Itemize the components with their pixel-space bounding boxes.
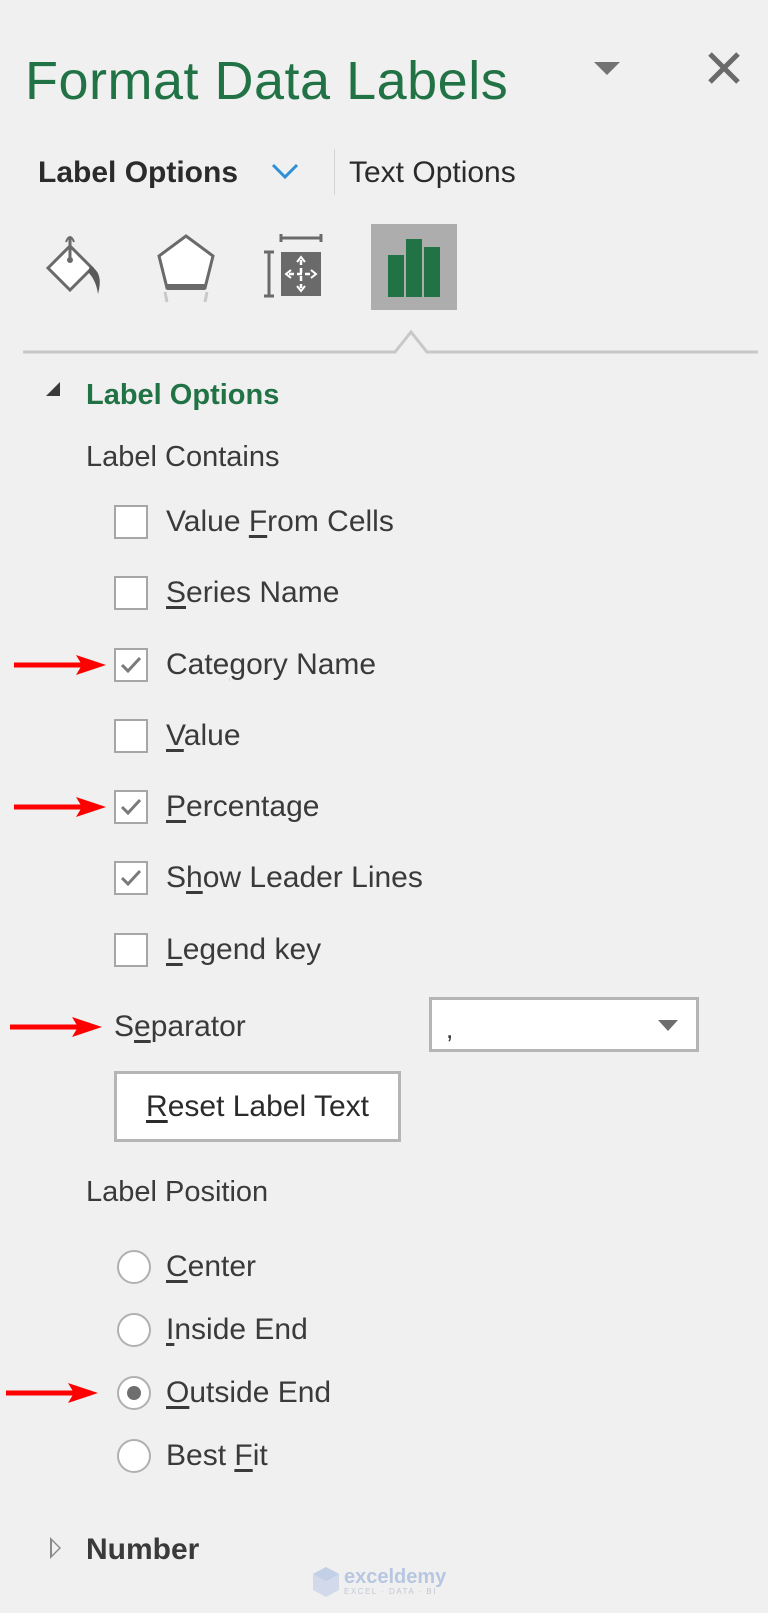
exceldemy-logo-icon bbox=[313, 1567, 339, 1597]
checkbox-category-name[interactable]: Category Name bbox=[114, 645, 376, 685]
annotation-arrow-icon bbox=[14, 655, 106, 675]
collapse-caret-icon[interactable] bbox=[46, 382, 60, 396]
checkbox-label: Show Leader Lines bbox=[166, 861, 423, 894]
radio-inside-end[interactable]: Inside End bbox=[117, 1310, 308, 1350]
checkbox-label: Legend key bbox=[166, 933, 322, 966]
chevron-down-icon[interactable] bbox=[270, 160, 300, 184]
category-divider bbox=[23, 329, 758, 354]
checkbox-box[interactable] bbox=[114, 648, 148, 682]
dropdown-arrow-icon[interactable] bbox=[658, 1020, 678, 1031]
fill-line-button[interactable] bbox=[30, 224, 116, 310]
watermark-tagline: EXCEL · DATA · BI bbox=[344, 1587, 437, 1596]
separator-dropdown[interactable]: , bbox=[429, 997, 699, 1052]
effects-icon bbox=[157, 234, 215, 303]
radio-button[interactable] bbox=[117, 1376, 151, 1410]
fill-line-icon bbox=[45, 236, 100, 294]
radio-label: Center bbox=[166, 1250, 257, 1283]
radio-button[interactable] bbox=[117, 1313, 151, 1347]
checkbox-box[interactable] bbox=[114, 790, 148, 824]
checkbox-show-leader-lines[interactable]: Show Leader Lines bbox=[114, 858, 423, 898]
annotation-arrow-icon bbox=[10, 1017, 102, 1037]
radio-best-fit[interactable]: Best Fit bbox=[117, 1436, 268, 1476]
radio-label: Outside End bbox=[166, 1376, 332, 1409]
tab-divider bbox=[334, 149, 335, 195]
checkbox-box[interactable] bbox=[114, 576, 148, 610]
radio-label: Inside End bbox=[166, 1313, 308, 1346]
radio-selected-dot bbox=[127, 1386, 141, 1400]
annotation-arrow-icon bbox=[14, 797, 106, 817]
reset-label-text-button[interactable]: Reset Label Text bbox=[114, 1071, 401, 1142]
bar-chart-icon bbox=[388, 239, 440, 297]
task-pane-options-icon[interactable] bbox=[594, 62, 620, 75]
tab-text-options[interactable]: Text Options bbox=[349, 153, 516, 193]
checkbox-box[interactable] bbox=[114, 719, 148, 753]
checkbox-label: Value bbox=[166, 719, 241, 752]
checkmark-icon bbox=[120, 656, 142, 674]
checkbox-label: Category Name bbox=[166, 648, 377, 681]
section-label-options[interactable]: Label Options bbox=[86, 375, 279, 415]
size-properties-icon bbox=[264, 234, 323, 298]
close-icon[interactable] bbox=[706, 50, 742, 86]
separator-value: , bbox=[446, 1014, 454, 1044]
checkbox-label: Value From Cells bbox=[166, 505, 394, 538]
size-properties-button[interactable] bbox=[253, 224, 339, 310]
tab-label-options[interactable]: Label Options bbox=[38, 153, 238, 193]
section-number[interactable]: Number bbox=[86, 1530, 199, 1570]
watermark: exceldemy EXCEL · DATA · BI bbox=[312, 1566, 446, 1598]
checkbox-legend-key[interactable]: Legend key bbox=[114, 930, 321, 970]
checkbox-series-name[interactable]: Series Name bbox=[114, 573, 339, 613]
label-contains-heading: Label Contains bbox=[86, 441, 280, 473]
annotation-arrow-icon bbox=[6, 1383, 98, 1403]
checkmark-icon bbox=[120, 869, 142, 887]
watermark-brand: exceldemy bbox=[344, 1566, 447, 1588]
radio-label: Best Fit bbox=[166, 1439, 268, 1472]
label-options-button[interactable] bbox=[371, 224, 457, 310]
radio-center[interactable]: Center bbox=[117, 1247, 256, 1287]
label-position-heading: Label Position bbox=[86, 1176, 269, 1208]
radio-button[interactable] bbox=[117, 1439, 151, 1473]
checkbox-value[interactable]: Value bbox=[114, 716, 241, 756]
checkbox-box[interactable] bbox=[114, 505, 148, 539]
checkbox-label: Series Name bbox=[166, 576, 340, 609]
checkbox-box[interactable] bbox=[114, 861, 148, 895]
checkbox-label: Percentage bbox=[166, 790, 320, 823]
radio-button[interactable] bbox=[117, 1250, 151, 1284]
checkbox-percentage[interactable]: Percentage bbox=[114, 787, 319, 827]
checkmark-icon bbox=[120, 798, 142, 816]
pane-title: Format Data Labels bbox=[25, 51, 509, 111]
effects-button[interactable] bbox=[143, 224, 229, 310]
separator-label: Separator bbox=[114, 1010, 246, 1043]
checkbox-box[interactable] bbox=[114, 933, 148, 967]
checkbox-value-from-cells[interactable]: Value From Cells bbox=[114, 502, 394, 542]
radio-outside-end[interactable]: Outside End bbox=[117, 1373, 331, 1413]
